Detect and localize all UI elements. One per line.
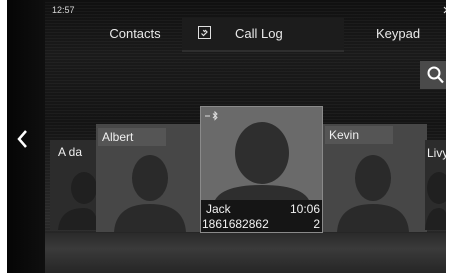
tab-call-log-label: Call Log	[235, 26, 283, 41]
contact-name: Kevin	[325, 126, 393, 144]
phone-number: 1861682862	[202, 217, 269, 231]
contact-card-jack[interactable]: Jack 10:06 1861682862 2	[200, 106, 323, 233]
call-count: 2	[313, 217, 320, 231]
contact-card-albert[interactable]: Albert	[96, 124, 200, 232]
chevron-left-icon[interactable]	[14, 127, 32, 151]
phone-icon	[198, 26, 211, 39]
screen-bezel-left	[0, 0, 7, 273]
screen-bezel-right	[446, 0, 456, 273]
contact-name: Albert	[98, 128, 166, 146]
carousel-floor	[45, 233, 446, 273]
contact-name: Jack	[206, 202, 231, 216]
contact-name: A da	[58, 145, 83, 159]
screen: 12:57 Contacts Call Log Keypad A da Albe…	[0, 0, 456, 273]
contact-card-kevin[interactable]: Kevin	[323, 124, 427, 232]
call-time: 10:06	[289, 202, 320, 216]
search-icon	[427, 66, 444, 84]
tab-contacts[interactable]: Contacts	[89, 18, 181, 50]
status-time: 12:57	[52, 5, 75, 15]
bluetooth-icon	[205, 111, 218, 121]
contact-card-ada[interactable]: A da	[50, 140, 98, 230]
call-details: Jack 10:06 1861682862 2	[201, 200, 322, 232]
tab-call-log[interactable]: Call Log	[182, 18, 344, 52]
tab-keypad[interactable]: Keypad	[350, 18, 446, 50]
tab-bar: Contacts Call Log Keypad	[45, 18, 446, 52]
